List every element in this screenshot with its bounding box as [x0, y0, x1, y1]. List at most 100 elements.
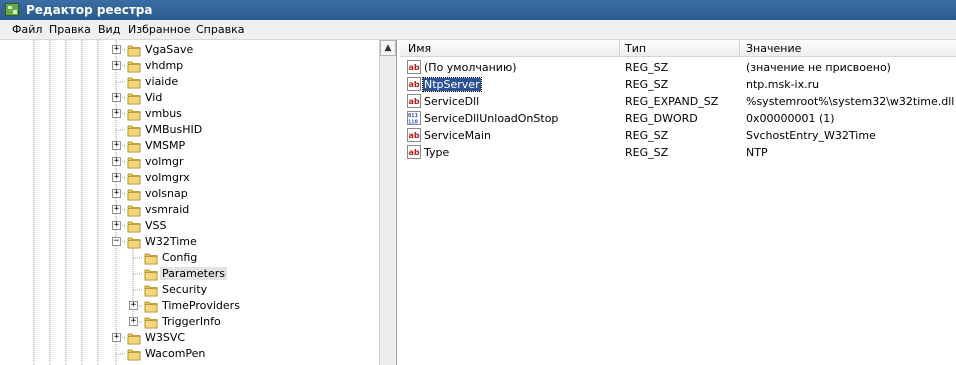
expand-icon[interactable]: +	[112, 333, 121, 342]
value-data: SvchostEntry_W32Time	[746, 129, 876, 142]
scroll-up-button[interactable]: ▲	[380, 40, 396, 56]
string-value-icon: ab	[407, 128, 421, 142]
tree-node-vmbus[interactable]: + vmbus	[0, 106, 379, 122]
folder-icon	[127, 75, 141, 89]
tree-node-label: Config	[162, 251, 198, 264]
value-row[interactable]: ab ServiceDll REG_EXPAND_SZ %systemroot%\sy…	[400, 93, 956, 110]
value-name: ServiceDllUnloadOnStop	[424, 112, 559, 125]
value-name: ServiceDll	[424, 95, 480, 108]
tree-node-w3svc[interactable]: + W3SVC	[0, 330, 379, 346]
folder-icon	[144, 267, 158, 281]
list-header: Имя Тип Значение	[400, 40, 956, 57]
string-value-icon: ab	[407, 60, 421, 74]
expand-icon[interactable]: +	[112, 205, 121, 214]
value-data: NTP	[746, 146, 768, 159]
value-type: REG_SZ	[625, 78, 669, 91]
folder-icon	[127, 123, 141, 137]
expand-icon[interactable]: +	[112, 189, 121, 198]
expand-icon[interactable]: +	[129, 317, 138, 326]
expand-icon[interactable]: +	[112, 141, 121, 150]
folder-icon	[144, 299, 158, 313]
tree-node-label: Security	[162, 283, 208, 296]
value-data: ntp.msk-ix.ru	[746, 78, 820, 91]
value-name: Type	[424, 146, 450, 159]
tree-node-timeproviders[interactable]: + TimeProviders	[0, 298, 379, 314]
tree-node-label: W3SVC	[145, 331, 186, 344]
expand-icon[interactable]: +	[112, 45, 121, 54]
value-row[interactable]: ab NtpServer REG_SZ ntp.msk-ix.ru	[400, 76, 956, 93]
expand-icon[interactable]: +	[112, 221, 121, 230]
tree-node-triggerinfo[interactable]: + TriggerInfo	[0, 314, 379, 330]
tree-node-label: VMBusHID	[145, 123, 203, 136]
value-type: REG_SZ	[625, 146, 669, 159]
value-row[interactable]: 011 110 ServiceDllUnloadOnStop REG_DWORD 0x0…	[400, 110, 956, 127]
tree-node-label: viaide	[145, 75, 179, 88]
registry-values-list[interactable]: Имя Тип Значение ab (По умолчанию) REG_SZ (…	[400, 40, 956, 365]
folder-icon	[127, 43, 141, 57]
tree-node-w32time[interactable]: − W32Time	[0, 234, 379, 250]
folder-icon	[144, 283, 158, 297]
value-name: NtpServer	[422, 77, 482, 92]
tree-node-volsnap[interactable]: + volsnap	[0, 186, 379, 202]
svg-text:ab: ab	[409, 63, 420, 72]
svg-text:ab: ab	[409, 131, 420, 140]
tree-node-label: vhdmp	[145, 59, 184, 72]
menu-view[interactable]: Вид	[98, 23, 120, 36]
value-data: (значение не присвоено)	[746, 61, 891, 74]
tree-scrollbar[interactable]: ▲	[379, 40, 396, 365]
tree-node-viaide[interactable]: viaide	[0, 74, 379, 90]
tree-node-volmgr[interactable]: + volmgr	[0, 154, 379, 170]
tree-node-label: Parameters	[160, 267, 227, 280]
value-row[interactable]: ab Type REG_SZ NTP	[400, 144, 956, 161]
column-header-name[interactable]: Имя	[408, 42, 431, 55]
tree-node-vss[interactable]: + VSS	[0, 218, 379, 234]
tree-node-label: VgaSave	[145, 43, 194, 56]
tree-node-label: VSS	[145, 219, 167, 232]
folder-icon	[127, 171, 141, 185]
tree-node-vhdmp[interactable]: + vhdmp	[0, 58, 379, 74]
menu-file[interactable]: Файл	[12, 23, 42, 36]
menu-bar: Файл Правка Вид Избранное Справка	[0, 20, 956, 40]
tree-node-vid[interactable]: + Vid	[0, 90, 379, 106]
column-header-type[interactable]: Тип	[625, 42, 646, 55]
tree-node-label: volmgrx	[145, 171, 190, 184]
tree-node-label: volmgr	[145, 155, 184, 168]
expand-icon[interactable]: +	[129, 301, 138, 310]
menu-edit[interactable]: Правка	[49, 23, 91, 36]
svg-text:ab: ab	[409, 80, 420, 89]
svg-text:110: 110	[408, 120, 418, 126]
tree-node-security[interactable]: Security	[0, 282, 379, 298]
title-bar: Редактор реестра	[0, 0, 956, 20]
tree-node-vmbushid[interactable]: VMBusHID	[0, 122, 379, 138]
expand-icon[interactable]: +	[112, 157, 121, 166]
folder-icon	[127, 331, 141, 345]
tree-node-vgasave[interactable]: + VgaSave	[0, 42, 379, 58]
collapse-icon[interactable]: −	[112, 237, 121, 246]
value-row[interactable]: ab ServiceMain REG_SZ SvchostEntry_W32Time	[400, 127, 956, 144]
column-header-data[interactable]: Значение	[746, 42, 801, 55]
folder-icon	[127, 347, 141, 361]
folder-icon	[127, 219, 141, 233]
tree-node-vmsmp[interactable]: + VMSMP	[0, 138, 379, 154]
menu-help[interactable]: Справка	[196, 23, 244, 36]
tree-node-label: WacomPen	[145, 347, 206, 360]
tree-node-wacompen[interactable]: WacomPen	[0, 346, 379, 362]
window-title: Редактор реестра	[26, 3, 153, 17]
expand-icon[interactable]: +	[112, 93, 121, 102]
tree-node-config[interactable]: Config	[0, 250, 379, 266]
tree-node-volmgrx[interactable]: + volmgrx	[0, 170, 379, 186]
tree-node-label: TriggerInfo	[162, 315, 221, 328]
expand-icon[interactable]: +	[112, 173, 121, 182]
value-row[interactable]: ab (По умолчанию) REG_SZ (значение не присв…	[400, 59, 956, 76]
expand-icon[interactable]: +	[112, 61, 121, 70]
tree-node-label: Vid	[145, 91, 163, 104]
registry-key-tree[interactable]: + VgaSave + vhdmp viaide + Vid + vmbus VMBusHID + V…	[0, 40, 397, 365]
folder-icon	[127, 235, 141, 249]
value-type: REG_SZ	[625, 129, 669, 142]
folder-icon	[144, 251, 158, 265]
tree-node-parameters[interactable]: Parameters	[0, 266, 379, 282]
folder-icon	[127, 187, 141, 201]
tree-node-vsmraid[interactable]: + vsmraid	[0, 202, 379, 218]
menu-favorites[interactable]: Избранное	[128, 23, 190, 36]
expand-icon[interactable]: +	[112, 109, 121, 118]
